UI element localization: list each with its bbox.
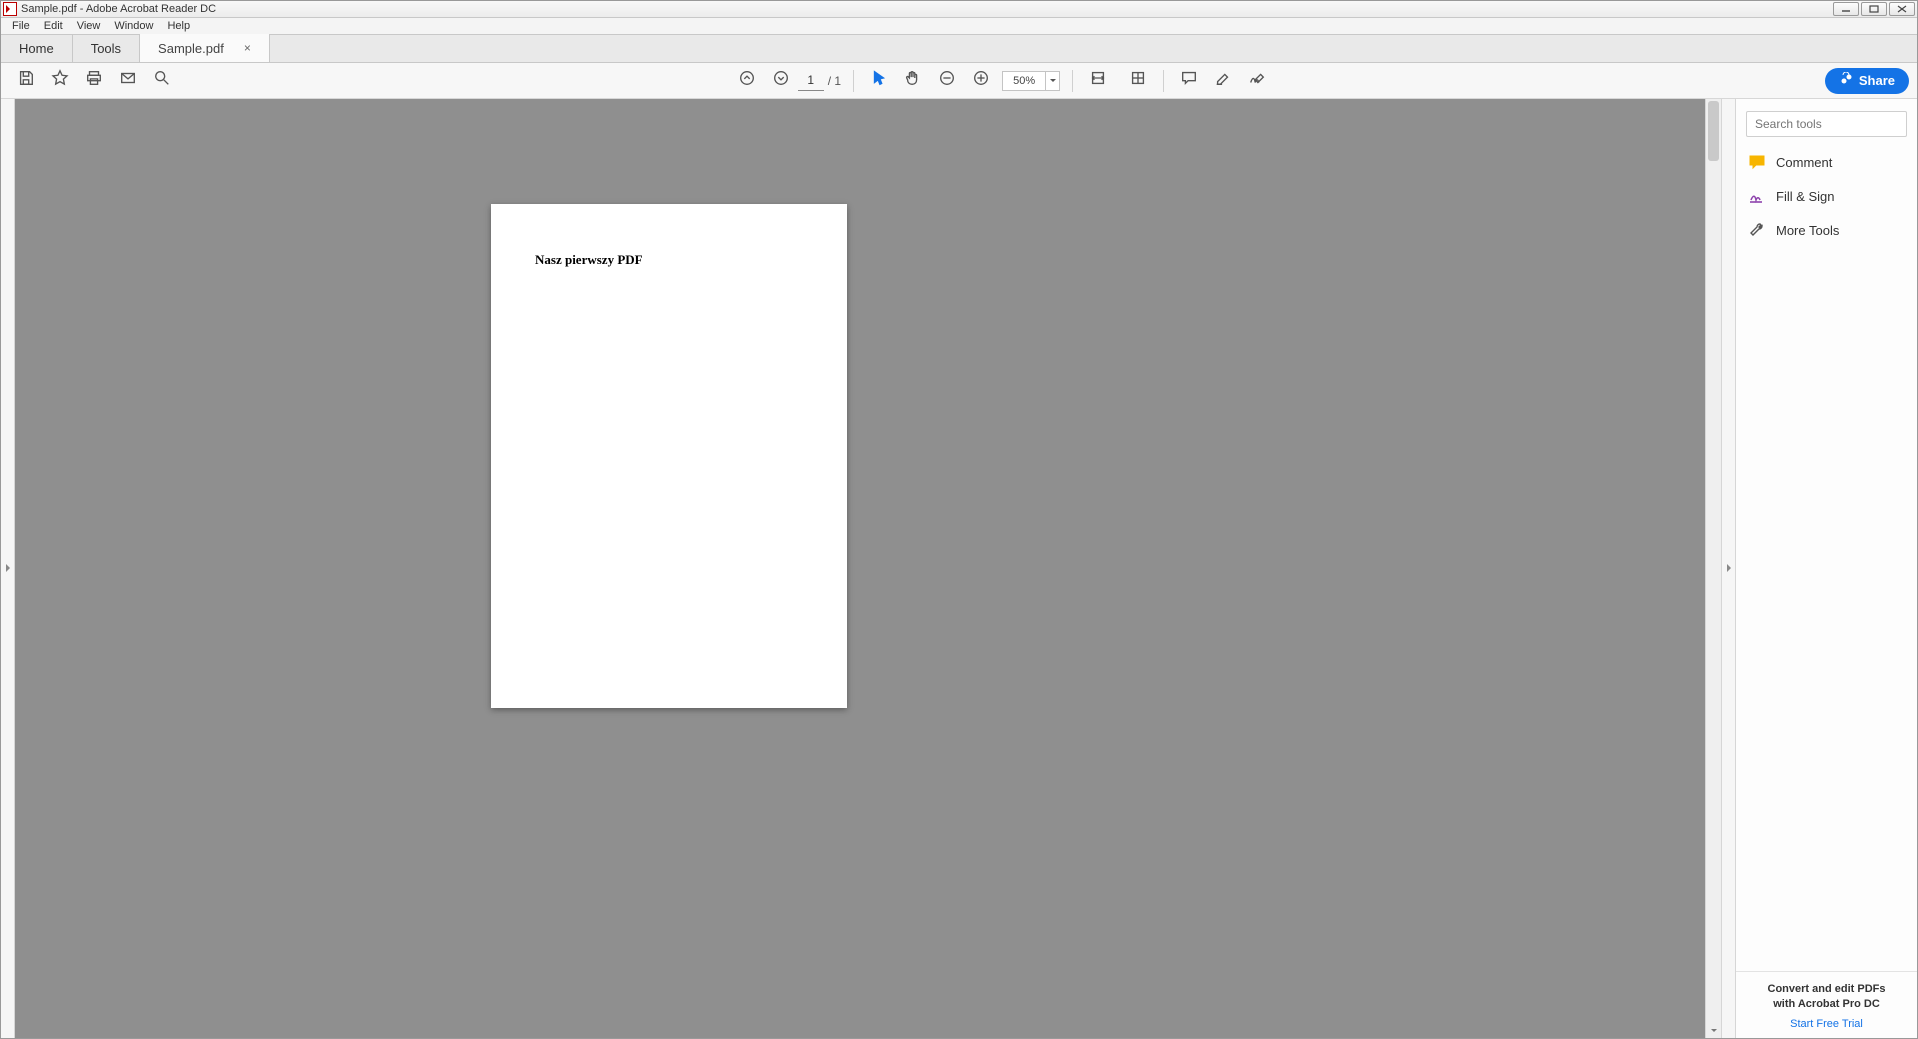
tab-close-button[interactable]: × (240, 41, 255, 55)
promo-text-line2: with Acrobat Pro DC (1744, 997, 1909, 1012)
page-heading: Nasz pierwszy PDF (491, 204, 847, 316)
page-total-label: / 1 (824, 74, 845, 88)
menu-help[interactable]: Help (160, 20, 197, 32)
fit-width-icon (1089, 69, 1107, 92)
tab-tools[interactable]: Tools (73, 34, 140, 62)
page-down-button[interactable] (767, 67, 795, 95)
hand-icon (904, 69, 922, 92)
fit-page-button[interactable] (1124, 67, 1152, 95)
mail-icon (119, 69, 137, 92)
zoom-out-button[interactable] (933, 67, 961, 95)
menu-edit[interactable]: Edit (37, 20, 70, 32)
plus-circle-icon (972, 69, 990, 92)
print-icon (85, 69, 103, 92)
right-panel-comment[interactable]: Comment (1736, 145, 1917, 179)
toolbar-separator (1163, 70, 1164, 92)
search-tools-input[interactable] (1746, 111, 1907, 137)
right-panel-more-tools[interactable]: More Tools (1736, 213, 1917, 247)
comment-bubble-icon (1180, 69, 1198, 92)
menu-file[interactable]: File (5, 20, 37, 32)
app-icon (3, 2, 17, 16)
right-rail-toggle[interactable] (1721, 99, 1735, 1038)
hand-tool-button[interactable] (899, 67, 927, 95)
zoom-dropdown-button[interactable] (1046, 71, 1060, 91)
signature-icon (1248, 69, 1266, 92)
tab-strip: Home Tools Sample.pdf × (1, 35, 1917, 63)
title-bar: Sample.pdf - Adobe Acrobat Reader DC (1, 1, 1917, 18)
scrollbar-thumb[interactable] (1708, 101, 1719, 161)
toolbar-separator (853, 70, 854, 92)
tab-document-label: Sample.pdf (158, 41, 224, 56)
tab-document[interactable]: Sample.pdf × (140, 34, 270, 62)
email-button[interactable] (114, 67, 142, 95)
zoom-in-button[interactable] (967, 67, 995, 95)
wrench-icon (1748, 221, 1766, 239)
comment-icon (1748, 153, 1766, 171)
window-close-button[interactable] (1889, 2, 1915, 16)
right-panel-item-label: Fill & Sign (1776, 189, 1835, 204)
right-panel-fill-sign[interactable]: Fill & Sign (1736, 179, 1917, 213)
promo-panel: Convert and edit PDFs with Acrobat Pro D… (1736, 971, 1917, 1038)
pen-icon (1748, 187, 1766, 205)
cursor-icon (870, 69, 888, 92)
window-minimize-button[interactable] (1833, 2, 1859, 16)
promo-start-trial-link[interactable]: Start Free Trial (1744, 1018, 1909, 1030)
fit-width-button[interactable] (1084, 67, 1112, 95)
menu-window[interactable]: Window (107, 20, 160, 32)
vertical-scrollbar[interactable] (1705, 99, 1721, 1038)
chevron-right-icon (1725, 560, 1733, 578)
save-button[interactable] (12, 67, 40, 95)
promo-text-line1: Convert and edit PDFs (1744, 982, 1909, 997)
page-number-input[interactable] (798, 71, 824, 91)
scroll-down-button[interactable] (1706, 1024, 1721, 1038)
arrow-down-circle-icon (772, 69, 790, 92)
page-up-button[interactable] (733, 67, 761, 95)
print-button[interactable] (80, 67, 108, 95)
share-icon (1839, 72, 1853, 89)
selection-tool-button[interactable] (865, 67, 893, 95)
chevron-right-icon (4, 560, 12, 578)
highlighter-icon (1214, 69, 1232, 92)
page-1: Nasz pierwszy PDF (491, 204, 847, 708)
main-toolbar: / 1 50% Share (1, 63, 1917, 99)
arrow-up-circle-icon (738, 69, 756, 92)
toolbar-separator (1072, 70, 1073, 92)
save-icon (17, 69, 35, 92)
zoom-level-display[interactable]: 50% (1002, 71, 1046, 91)
menu-view[interactable]: View (70, 20, 108, 32)
highlight-button[interactable] (1209, 67, 1237, 95)
star-icon (51, 69, 69, 92)
star-button[interactable] (46, 67, 74, 95)
right-panel-item-label: Comment (1776, 155, 1832, 170)
workspace: Nasz pierwszy PDF Comment Fill & Sign (1, 99, 1917, 1038)
share-button-label: Share (1859, 73, 1895, 88)
find-button[interactable] (148, 67, 176, 95)
minus-circle-icon (938, 69, 956, 92)
right-panel: Comment Fill & Sign More Tools Convert a… (1735, 99, 1917, 1038)
tab-home[interactable]: Home (1, 34, 73, 62)
left-rail-toggle[interactable] (1, 99, 15, 1038)
sign-button[interactable] (1243, 67, 1271, 95)
add-comment-button[interactable] (1175, 67, 1203, 95)
window-title: Sample.pdf - Adobe Acrobat Reader DC (21, 3, 216, 15)
magnifier-icon (153, 69, 171, 92)
document-canvas[interactable]: Nasz pierwszy PDF (15, 99, 1721, 1038)
menu-bar: File Edit View Window Help (1, 18, 1917, 35)
right-panel-item-label: More Tools (1776, 223, 1839, 238)
fit-page-icon (1129, 69, 1147, 92)
share-button[interactable]: Share (1825, 68, 1909, 94)
window-maximize-button[interactable] (1861, 2, 1887, 16)
